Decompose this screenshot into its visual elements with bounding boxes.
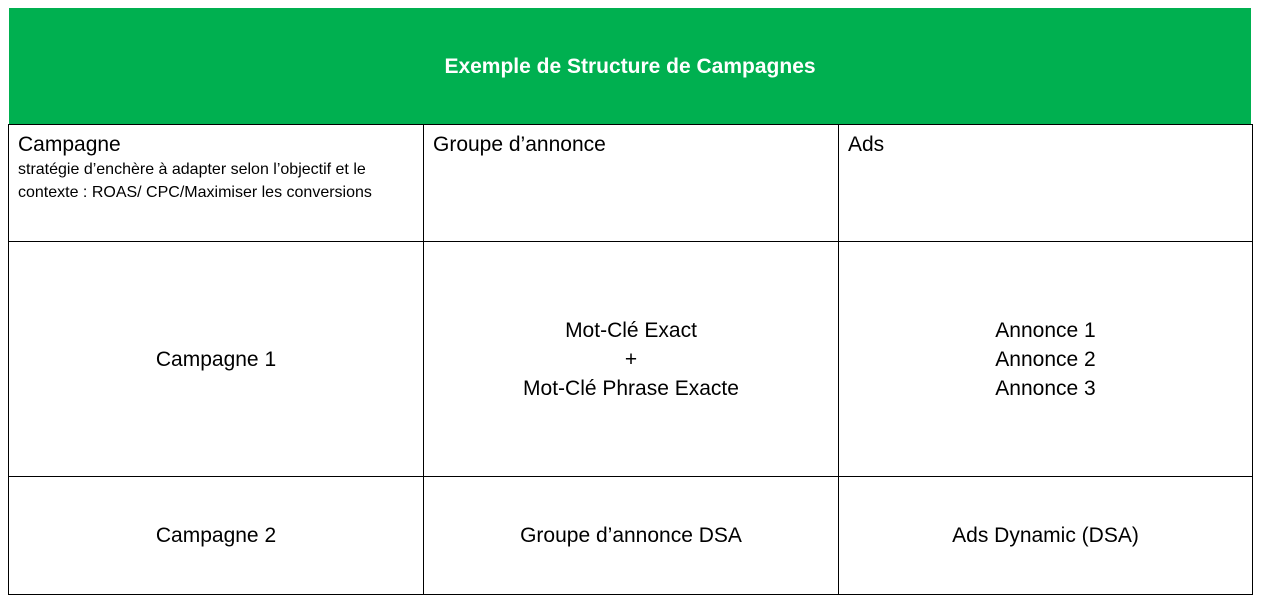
header-label-campagne: Campagne (18, 133, 121, 156)
ad-line: Annonce 2 (995, 347, 1096, 371)
header-cell-groupe: Groupe d’annonce (423, 124, 839, 242)
cell-ads-2: Ads Dynamic (DSA) (838, 476, 1253, 595)
groupe-line: Mot-Clé Phrase Exacte (523, 376, 739, 400)
groupe-line: Mot-Clé Exact (565, 318, 697, 342)
table-row: Campagne 1 Mot-Clé Exact + Mot-Clé Phras… (8, 241, 1253, 477)
groupe-line: Groupe d’annonce DSA (520, 524, 742, 547)
header-subtext-campagne: stratégie d’enchère à adapter selon l’ob… (18, 161, 372, 201)
cell-ads-1: Annonce 1 Annonce 2 Annonce 3 (838, 241, 1253, 477)
cell-campagne-2: Campagne 2 (8, 476, 424, 595)
table-row: Campagne 2 Groupe d’annonce DSA Ads Dyna… (8, 476, 1253, 595)
campagne-name: Campagne 2 (155, 524, 277, 547)
header-label-groupe: Groupe d’annonce (433, 133, 606, 156)
header-label-ads: Ads (848, 133, 885, 156)
campaign-structure-table: Campagne stratégie d’enchère à adapter s… (8, 124, 1253, 595)
ad-line: Annonce 1 (995, 318, 1096, 342)
table-header-row: Campagne stratégie d’enchère à adapter s… (8, 124, 1253, 242)
cell-groupe-2: Groupe d’annonce DSA (423, 476, 839, 595)
ad-line: Ads Dynamic (DSA) (952, 524, 1139, 547)
title-banner: Exemple de Structure de Campagnes (9, 8, 1251, 124)
groupe-line: + (624, 347, 638, 371)
campagne-name: Campagne 1 (155, 347, 277, 371)
page-title: Exemple de Structure de Campagnes (444, 55, 816, 78)
header-cell-campagne: Campagne stratégie d’enchère à adapter s… (8, 124, 424, 242)
header-cell-ads: Ads (838, 124, 1253, 242)
cell-campagne-1: Campagne 1 (8, 241, 424, 477)
cell-groupe-1: Mot-Clé Exact + Mot-Clé Phrase Exacte (423, 241, 839, 477)
ad-line: Annonce 3 (995, 376, 1096, 400)
